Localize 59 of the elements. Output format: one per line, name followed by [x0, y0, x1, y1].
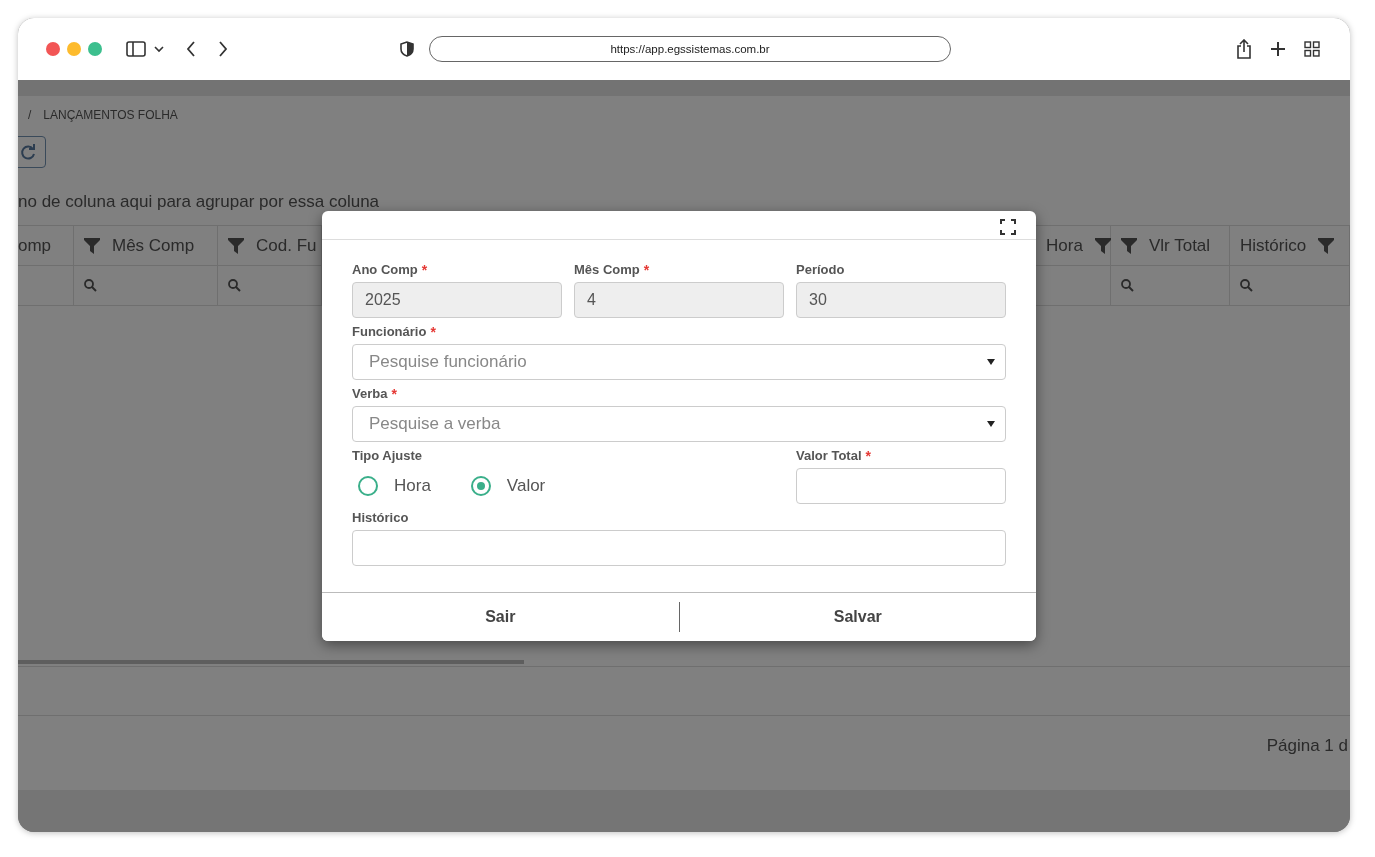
dropdown-caret-icon	[987, 421, 995, 427]
dropdown-caret-icon	[987, 359, 995, 365]
horizontal-scrollbar[interactable]	[18, 660, 524, 664]
column-header[interactable]: Mês Comp	[74, 226, 218, 266]
tabs-grid-icon[interactable]	[1304, 41, 1320, 57]
field-label: Período	[796, 262, 845, 277]
radio-label[interactable]: Hora	[394, 476, 431, 496]
breadcrumb-separator: /	[28, 108, 32, 122]
field-label: Ano Comp	[352, 262, 418, 277]
filter-icon[interactable]	[228, 237, 244, 254]
breadcrumb-item[interactable]: LANÇAMENTOS FOLHA	[43, 108, 178, 122]
required-mark: *	[865, 448, 871, 464]
refresh-button[interactable]	[18, 136, 46, 168]
column-header[interactable]: Histórico	[1230, 226, 1350, 266]
filter-cell[interactable]	[1230, 266, 1350, 306]
search-icon[interactable]	[1240, 279, 1253, 292]
required-mark: *	[430, 324, 436, 340]
required-mark: *	[391, 386, 397, 402]
column-header[interactable]: omp	[18, 226, 74, 266]
field-label: Valor Total	[796, 448, 862, 463]
filter-icon[interactable]	[1121, 237, 1137, 254]
search-icon[interactable]	[1121, 279, 1134, 292]
required-mark: *	[643, 262, 650, 278]
sidebar-icon[interactable]	[126, 41, 146, 57]
field-label: Histórico	[352, 510, 409, 525]
forward-icon[interactable]	[218, 41, 228, 57]
radio-button[interactable]	[470, 476, 491, 496]
select-field[interactable]: Pesquise a verba	[352, 406, 1006, 442]
column-header[interactable]: Vlr Total	[1111, 226, 1230, 266]
chevron-down-icon[interactable]	[154, 45, 164, 53]
close-window-icon[interactable]	[46, 42, 60, 56]
input-field[interactable]	[352, 530, 1006, 566]
field-label: Funcionário	[352, 324, 427, 339]
field-label: Mês Comp	[574, 262, 640, 277]
share-icon[interactable]	[1236, 39, 1252, 59]
input-field[interactable]	[796, 468, 1006, 504]
page-indicator: Página 1 d	[1266, 736, 1348, 756]
filter-icon[interactable]	[1318, 237, 1335, 254]
refresh-icon	[19, 143, 37, 161]
shield-icon[interactable]	[400, 41, 414, 57]
radio-label[interactable]: Valor	[506, 476, 546, 496]
field-label: Verba	[352, 386, 388, 401]
maximize-window-icon[interactable]	[88, 42, 102, 56]
fullscreen-icon[interactable]	[1000, 219, 1016, 235]
search-icon[interactable]	[228, 279, 241, 292]
required-mark: *	[421, 262, 428, 278]
select-field[interactable]: Pesquise funcionário	[352, 344, 1006, 380]
filter-cell[interactable]	[18, 266, 74, 306]
group-by-hint: no de coluna aqui para agrupar por essa coluna	[18, 192, 381, 212]
filter-cell[interactable]	[74, 266, 218, 306]
back-icon[interactable]	[186, 41, 196, 57]
search-icon[interactable]	[84, 279, 97, 292]
filter-cell[interactable]	[1111, 266, 1230, 306]
field-label: Tipo Ajuste	[352, 448, 423, 463]
dialog-button[interactable]: Sair	[322, 593, 679, 641]
plus-icon[interactable]	[1270, 41, 1286, 57]
radio-button[interactable]	[358, 476, 378, 496]
filter-icon[interactable]	[1094, 237, 1111, 254]
filter-icon[interactable]	[84, 237, 100, 254]
